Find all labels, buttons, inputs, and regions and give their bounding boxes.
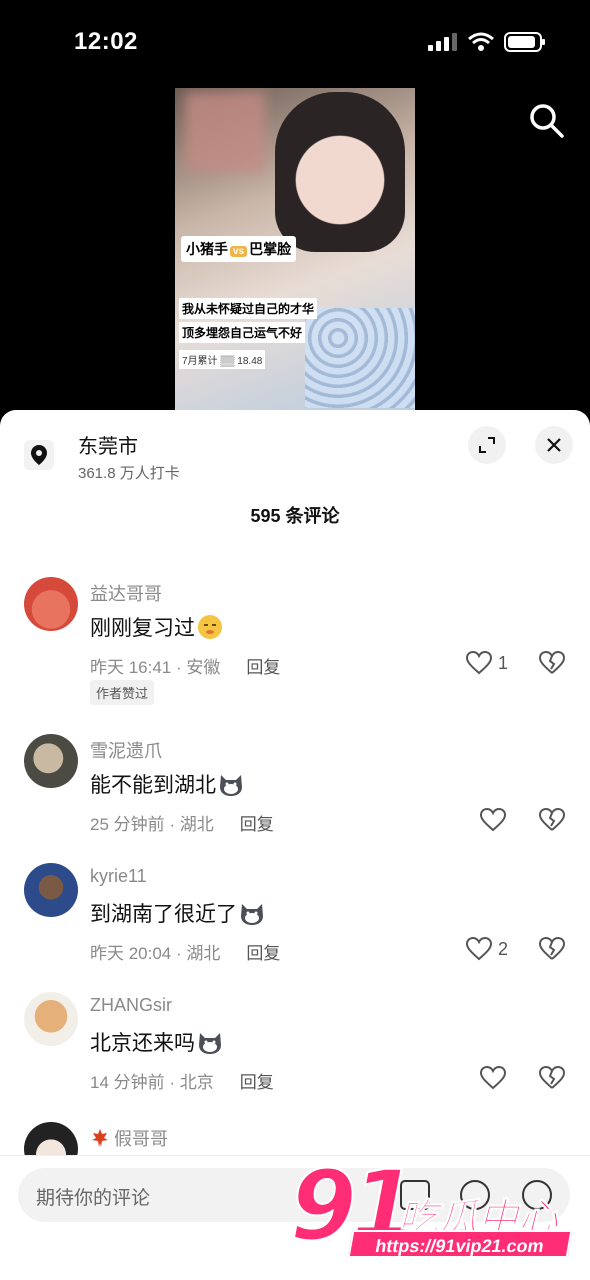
comment-meta: 14 分钟前 · 北京 回复 xyxy=(90,1068,274,1093)
expand-icon xyxy=(479,437,495,453)
comment-meta: 昨天 20:04 · 湖北 回复 xyxy=(90,939,280,964)
husky-emoji xyxy=(220,775,242,796)
avatar[interactable] xyxy=(24,1122,78,1155)
comment-meta: 昨天 16:41 · 安徽 回复 xyxy=(90,653,280,678)
blurred-face xyxy=(185,92,265,172)
video-thumbnail[interactable]: 小猪手 vs 巴掌脸 我从未怀疑过自己的才华 顶多埋怨自己运气不好 7月累计 ▒▒ … xyxy=(175,88,415,410)
comment-username[interactable]: 益达哥哥 xyxy=(90,580,162,606)
reply-button[interactable]: 回复 xyxy=(240,1068,274,1093)
comment-text: 北京还来吗 xyxy=(90,1027,223,1057)
video-lace-clothing xyxy=(305,308,415,408)
like-button[interactable]: 2 xyxy=(466,937,508,961)
comment-username[interactable]: ZHANGsir xyxy=(90,995,172,1016)
comment-text: 刚刚复习过 xyxy=(90,612,223,642)
maple-leaf-icon xyxy=(92,1129,108,1147)
watermark-url: https://91vip21.com xyxy=(347,1230,573,1258)
reply-button[interactable]: 回复 xyxy=(240,810,274,835)
avatar[interactable] xyxy=(24,992,78,1046)
husky-emoji xyxy=(241,904,263,925)
comment-text: 到湖南了很近了 xyxy=(90,898,265,928)
reply-button[interactable]: 回复 xyxy=(246,653,280,678)
search-icon[interactable] xyxy=(526,100,566,140)
avatar[interactable] xyxy=(24,734,78,788)
like-button[interactable]: 1 xyxy=(466,651,508,675)
author-liked-badge: 作者赞过 xyxy=(90,680,155,705)
location-name: 东莞市 xyxy=(78,436,138,458)
location-checkin-count: 361.8 万人打卡 xyxy=(78,465,180,482)
heart-icon xyxy=(466,651,492,675)
comment-username[interactable]: 雪泥遗爪 xyxy=(90,737,162,763)
avatar[interactable] xyxy=(24,577,78,631)
status-bar: 12:02 xyxy=(0,0,590,88)
like-count: 1 xyxy=(498,652,509,673)
husky-emoji xyxy=(199,1033,221,1054)
video-tag: 小猪手 vs 巴掌脸 xyxy=(181,236,297,262)
watermark: 91 吃瓜中心 https://91vip21.com xyxy=(289,1149,580,1265)
wifi-icon xyxy=(468,32,494,51)
broken-heart-icon[interactable] xyxy=(539,937,565,961)
shy-face-emoji xyxy=(198,615,222,639)
status-time: 12:02 xyxy=(74,28,138,55)
video-mini-stat: 7月累计 ▒▒ 18.48 xyxy=(179,350,266,369)
comment-item: ZHANGsir 北京还来吗 14 分钟前 · 北京 回复 xyxy=(0,990,590,1100)
comments-count-title: 595 条评论 xyxy=(250,506,340,526)
location-pin-icon xyxy=(24,440,54,470)
close-icon xyxy=(547,438,561,452)
comment-item: 雪泥遗爪 能不能到湖北 25 分钟前 · 湖北 回复 xyxy=(0,732,590,842)
signal-icon xyxy=(428,33,457,51)
broken-heart-icon[interactable] xyxy=(539,651,565,675)
battery-icon xyxy=(504,32,545,52)
like-button[interactable] xyxy=(480,1066,506,1090)
comment-item: kyrie11 到湖南了很近了 昨天 20:04 · 湖北 回复 2 xyxy=(0,861,590,971)
heart-icon xyxy=(480,1066,506,1090)
heart-icon xyxy=(480,808,506,832)
comment-username[interactable]: 假哥哥 xyxy=(90,1125,168,1151)
close-button[interactable] xyxy=(535,426,573,464)
avatar[interactable] xyxy=(24,863,78,917)
comment-text: 能不能到湖北 xyxy=(90,769,244,799)
video-subject xyxy=(275,92,405,252)
broken-heart-icon[interactable] xyxy=(539,1066,565,1090)
comment-item: 益达哥哥 刚刚复习过 昨天 16:41 · 安徽 回复 1 作者赞过 xyxy=(0,575,590,705)
expand-button[interactable] xyxy=(468,426,506,464)
broken-heart-icon[interactable] xyxy=(539,808,565,832)
video-caption: 我从未怀疑过自己的才华 顶多埋怨自己运气不好 xyxy=(179,298,318,343)
comment-meta: 25 分钟前 · 湖北 回复 xyxy=(90,810,274,835)
status-icons xyxy=(428,32,546,52)
heart-icon xyxy=(466,937,492,961)
like-button[interactable] xyxy=(480,808,506,832)
comment-username[interactable]: kyrie11 xyxy=(90,866,147,887)
reply-button[interactable]: 回复 xyxy=(246,939,280,964)
like-count: 2 xyxy=(498,938,509,959)
comment-input-placeholder: 期待你的评论 xyxy=(36,1188,151,1209)
